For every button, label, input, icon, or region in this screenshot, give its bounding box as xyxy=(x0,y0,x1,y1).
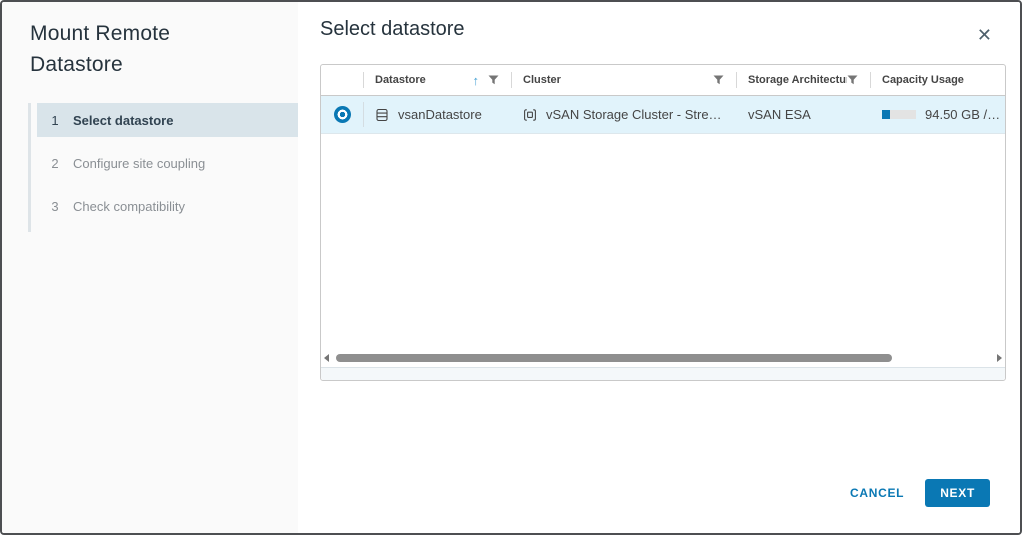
capacity-usage-bar xyxy=(882,110,916,119)
wizard-sidebar: Mount Remote Datastore 1 Select datastor… xyxy=(2,2,298,533)
cluster-name: vSAN Storage Cluster - Stre… xyxy=(546,107,722,122)
scroll-left-arrow-icon[interactable] xyxy=(324,354,329,362)
column-label: Storage Architecture xyxy=(748,74,847,86)
filter-icon[interactable] xyxy=(713,75,724,85)
wizard-steps: 1 Select datastore 2 Configure site coup… xyxy=(28,103,298,232)
datastore-table: Datastore ↑ Cluster xyxy=(320,64,1006,381)
cluster-icon xyxy=(523,108,537,122)
scroll-right-arrow-icon[interactable] xyxy=(997,354,1002,362)
column-header-capacity-usage[interactable]: Capacity Usage xyxy=(870,65,1005,95)
column-header-datastore[interactable]: Datastore ↑ xyxy=(363,65,511,95)
column-label: Datastore xyxy=(375,74,426,86)
datastore-name: vsanDatastore xyxy=(398,107,482,122)
sort-ascending-icon[interactable]: ↑ xyxy=(473,74,480,87)
cancel-button[interactable]: CANCEL xyxy=(850,486,904,500)
wizard-step-check-compatibility[interactable]: 3 Check compatibility xyxy=(37,189,298,223)
storage-architecture-value: vSAN ESA xyxy=(748,107,811,122)
table-empty-area xyxy=(321,134,1005,349)
wizard-step-select-datastore[interactable]: 1 Select datastore xyxy=(37,103,298,137)
step-number: 1 xyxy=(37,113,73,128)
wizard-step-configure-site-coupling[interactable]: 2 Configure site coupling xyxy=(37,146,298,180)
filter-icon[interactable] xyxy=(847,75,858,85)
column-label: Cluster xyxy=(523,74,561,86)
capacity-usage-bar-fill xyxy=(882,110,890,119)
capacity-usage-text: 94.50 GB /… xyxy=(925,107,1000,122)
mount-remote-datastore-dialog: Mount Remote Datastore 1 Select datastor… xyxy=(0,0,1022,535)
datastore-icon xyxy=(375,108,389,122)
step-number: 2 xyxy=(37,156,73,171)
close-icon[interactable]: ✕ xyxy=(977,26,992,44)
column-header-cluster[interactable]: Cluster xyxy=(511,65,736,95)
step-label: Check compatibility xyxy=(73,199,185,214)
dialog-actions: CANCEL NEXT xyxy=(850,479,990,507)
next-button[interactable]: NEXT xyxy=(925,479,990,507)
horizontal-scrollbar xyxy=(321,349,1005,367)
table-row-vsandatastore[interactable]: vsanDatastore vSAN Storage Cluster - Str… xyxy=(321,96,1005,134)
filter-icon[interactable] xyxy=(488,75,499,85)
step-number: 3 xyxy=(37,199,73,214)
scrollbar-thumb[interactable] xyxy=(336,354,892,362)
column-label: Capacity Usage xyxy=(882,74,964,86)
column-header-storage-architecture[interactable]: Storage Architecture xyxy=(736,65,870,95)
page-title: Select datastore xyxy=(320,18,465,41)
step-label: Configure site coupling xyxy=(73,156,205,171)
dialog-title: Mount Remote Datastore xyxy=(30,18,240,80)
row-radio-selected[interactable] xyxy=(334,106,351,123)
table-footer-bar xyxy=(321,367,1005,380)
step-content-panel: Select datastore ✕ Datastore ↑ Cluster xyxy=(298,2,1020,533)
step-label: Select datastore xyxy=(73,113,173,128)
radio-column-header xyxy=(321,65,363,95)
table-header-row: Datastore ↑ Cluster xyxy=(321,65,1005,96)
